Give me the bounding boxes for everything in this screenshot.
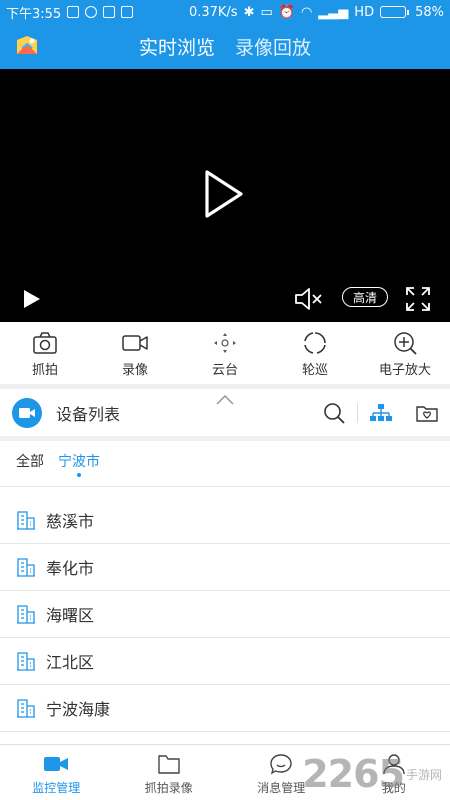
- chevron-up-icon[interactable]: [216, 395, 234, 405]
- list-item[interactable]: 江北区: [0, 638, 450, 685]
- breadcrumb: 全部 宁波市: [0, 441, 450, 487]
- list-item[interactable]: 海曙区: [0, 591, 450, 638]
- digital-zoom-button[interactable]: 电子放大: [360, 322, 450, 384]
- tree-view-button[interactable]: [358, 389, 404, 437]
- patrol-button[interactable]: 轮巡: [270, 322, 360, 384]
- building-icon: [17, 652, 35, 671]
- quality-badge[interactable]: 高清: [342, 287, 388, 307]
- nav-monitor[interactable]: 监控管理: [0, 745, 113, 800]
- top-bar: 下午3:55 0.37K/s ✱ ▭ ⏰ ◠ ▂▃▅ HD 58% 实时浏览 录…: [0, 0, 450, 69]
- list-item[interactable]: 奉化市: [0, 544, 450, 591]
- search-button[interactable]: [311, 389, 357, 437]
- nav-captures[interactable]: 抓拍录像: [113, 745, 226, 800]
- status-right: 0.37K/s ✱ ▭ ⏰ ◠ ▂▃▅ HD 58%: [189, 5, 444, 20]
- battery-tip: [407, 9, 410, 15]
- watermark-number: 2265: [302, 752, 405, 796]
- vibrate-icon: ▭: [260, 4, 273, 20]
- play-icon[interactable]: [22, 288, 42, 310]
- device-name: 奉化市: [46, 559, 95, 578]
- ptz-label: 云台: [211, 363, 238, 378]
- device-list-header: 设备列表: [0, 389, 450, 437]
- building-icon: [17, 511, 35, 530]
- breadcrumb-all[interactable]: 全部: [16, 451, 44, 471]
- org-tree-icon: [370, 404, 392, 421]
- zoom-label: 电子放大: [378, 363, 431, 378]
- record-label: 录像: [121, 363, 148, 378]
- record-button[interactable]: 录像: [90, 322, 180, 384]
- app-notification-icon-2: [103, 6, 116, 18]
- mute-icon[interactable]: [294, 286, 324, 312]
- building-icon: [17, 558, 35, 577]
- patrol-label: 轮巡: [301, 363, 328, 378]
- camera-badge-icon: [19, 408, 35, 418]
- breadcrumb-ningbo[interactable]: 宁波市: [58, 451, 100, 477]
- folder-icon: [158, 755, 180, 774]
- list-item[interactable]: 宁波海康: [0, 685, 450, 732]
- snapshot-button[interactable]: 抓拍: [0, 322, 90, 384]
- camera-icon: [33, 332, 57, 354]
- zoom-in-icon: [394, 332, 417, 355]
- tab-live-view[interactable]: 实时浏览: [139, 33, 215, 60]
- battery-icon: [380, 6, 410, 18]
- video-record-icon: [122, 335, 148, 351]
- device-list-title: 设备列表: [56, 405, 121, 424]
- nav-messages-label: 消息管理: [257, 781, 306, 795]
- list-item[interactable]: 慈溪市: [0, 497, 450, 544]
- notification-icon: [67, 6, 80, 18]
- app-notification-icon-3: [121, 6, 134, 18]
- device-name: 江北区: [46, 653, 95, 672]
- network-speed: 0.37K/s: [188, 4, 238, 20]
- monitor-icon: [44, 757, 69, 771]
- video-player[interactable]: 高清: [0, 69, 450, 322]
- battery-percent: 58%: [415, 4, 444, 20]
- device-name: 海曙区: [46, 606, 95, 625]
- alarm-icon: ⏰: [278, 4, 295, 20]
- patrol-icon: [304, 332, 326, 354]
- device-name: 宁波海康: [46, 700, 111, 719]
- app-logo-icon: [17, 36, 37, 54]
- favorites-button[interactable]: [404, 389, 450, 437]
- building-icon: [17, 605, 35, 624]
- ptz-button[interactable]: 云台: [180, 322, 270, 384]
- building-icon: [17, 699, 35, 718]
- status-time: 下午3:55: [6, 6, 62, 22]
- status-left: 下午3:55: [6, 3, 134, 22]
- tab-playback[interactable]: 录像回放: [235, 33, 311, 60]
- signal-icon: ▂▃▅: [318, 4, 349, 20]
- app-notification-icon: [85, 6, 98, 18]
- site-watermark: 2265 手游网: [302, 752, 442, 796]
- breadcrumb-divider: [0, 486, 450, 487]
- nav-captures-label: 抓拍录像: [144, 781, 193, 795]
- message-icon: [270, 754, 292, 775]
- wifi-icon: ◠: [300, 4, 313, 20]
- fullscreen-icon[interactable]: [405, 286, 431, 312]
- network-type: HD: [354, 4, 375, 20]
- app-root: 下午3:55 0.37K/s ✱ ▭ ⏰ ◠ ▂▃▅ HD 58% 实时浏览 录…: [0, 0, 450, 800]
- control-toolbar: 抓拍 录像 云台 轮巡 电子放大: [0, 322, 450, 384]
- favorite-folder-icon: [416, 406, 438, 422]
- watermark-site: 手游网: [405, 767, 442, 782]
- big-play-icon[interactable]: [203, 169, 245, 219]
- device-name: 慈溪市: [46, 512, 95, 531]
- battery-cell: [380, 6, 407, 18]
- search-icon: [324, 403, 345, 424]
- device-list-badge: [12, 398, 42, 428]
- device-tools: [311, 389, 450, 437]
- status-bar: 下午3:55 0.37K/s ✱ ▭ ⏰ ◠ ▂▃▅ HD 58%: [0, 0, 450, 24]
- bluetooth-icon: ✱: [243, 4, 255, 20]
- nav-monitor-label: 监控管理: [32, 781, 81, 795]
- snapshot-label: 抓拍: [31, 363, 58, 378]
- ptz-icon: [214, 333, 236, 353]
- header: 实时浏览 录像回放: [0, 24, 450, 69]
- device-list: 慈溪市 奉化市 海曙区 江北区 宁波海康: [0, 497, 450, 732]
